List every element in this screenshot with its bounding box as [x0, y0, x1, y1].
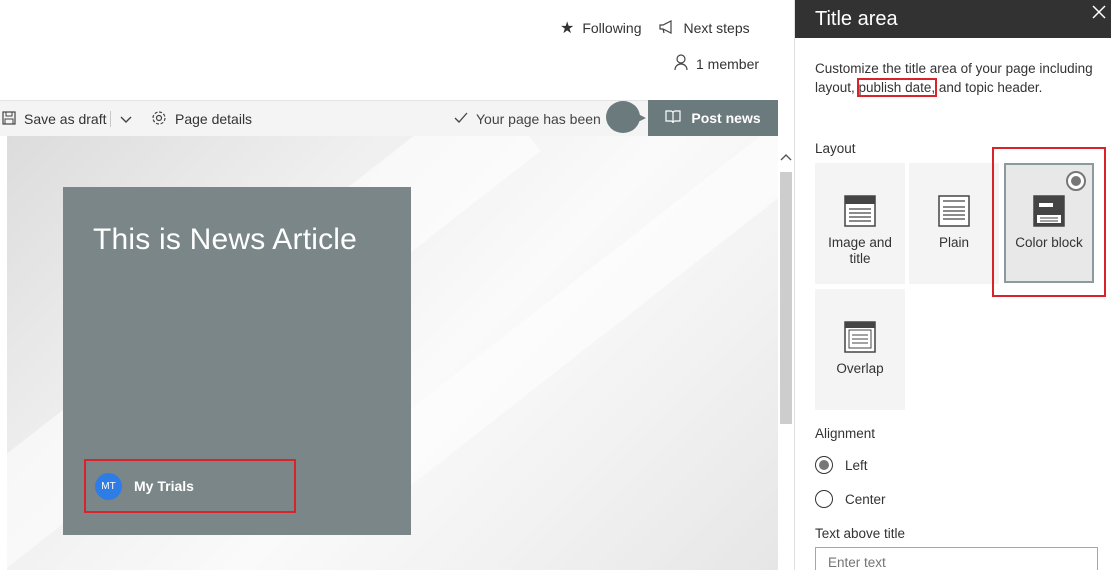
layout-option-label: Overlap — [836, 361, 884, 376]
scrollbar-thumb[interactable] — [780, 172, 792, 424]
save-status: Your page has been s — [454, 101, 604, 137]
top-actions: ★ Following Next steps — [560, 18, 750, 38]
save-status-text: Your page has been s — [476, 111, 604, 127]
radio-label: Left — [845, 457, 868, 473]
following-button[interactable]: ★ Following — [560, 18, 641, 38]
alignment-label: Alignment — [815, 426, 876, 441]
selected-layout-highlight — [992, 147, 1106, 297]
next-steps-label: Next steps — [683, 20, 750, 36]
layout-image-and-title-icon — [844, 195, 876, 227]
chevron-down-icon — [120, 111, 132, 127]
checkmark-icon — [454, 111, 468, 127]
member-label: 1 member — [696, 55, 760, 72]
close-icon[interactable] — [1091, 3, 1111, 23]
coachmark-bubble — [606, 101, 646, 133]
page: ★ Following Next steps 1 member Save as … — [0, 0, 1111, 570]
save-options-dropdown[interactable] — [120, 101, 132, 137]
avatar: MT — [95, 472, 122, 500]
text-above-title-input[interactable] — [815, 547, 1098, 570]
layout-option-label: Plain — [938, 235, 970, 250]
member-button[interactable]: 1 member — [674, 54, 759, 73]
text-above-title-label: Text above title — [815, 526, 906, 541]
layout-option-overlap[interactable]: Overlap — [815, 289, 905, 410]
post-news-button[interactable]: Post news — [648, 100, 778, 136]
save-icon — [2, 110, 16, 128]
divider — [110, 111, 111, 127]
post-news-label: Post news — [691, 110, 761, 126]
scroll-up-icon[interactable] — [780, 150, 792, 164]
alignment-option-center[interactable]: Center — [815, 490, 886, 508]
star-icon: ★ — [560, 20, 575, 37]
save-as-draft-button[interactable]: Save as draft — [2, 101, 107, 137]
radio-button[interactable] — [815, 490, 833, 508]
layout-option-image-and-title[interactable]: Image and title — [815, 163, 905, 284]
save-as-draft-label: Save as draft — [24, 111, 107, 127]
radio-label: Center — [845, 491, 886, 507]
panel-description: Customize the title area of your page in… — [815, 60, 1095, 97]
panel-title: Title area — [815, 7, 898, 30]
description-highlight: publish date, — [856, 77, 938, 97]
layout-option-label: Image and title — [828, 235, 892, 266]
layout-option-plain[interactable]: Plain — [909, 163, 999, 284]
title-area-panel: Title area Customize the title area of y… — [794, 0, 1111, 570]
description-text-end: and topic header. — [935, 79, 1043, 95]
alignment-option-left[interactable]: Left — [815, 456, 868, 474]
article-title[interactable]: This is News Article — [93, 223, 357, 257]
author-byline[interactable]: MT My Trials — [84, 459, 296, 513]
megaphone-icon — [659, 19, 675, 37]
person-icon — [674, 54, 688, 73]
page-details-button[interactable]: Page details — [151, 101, 252, 137]
next-steps-button[interactable]: Next steps — [659, 18, 750, 38]
layout-overlap-icon — [844, 321, 876, 353]
following-label: Following — [582, 20, 642, 36]
layout-plain-icon — [938, 195, 970, 227]
author-name: My Trials — [134, 478, 194, 494]
layout-label: Layout — [815, 141, 856, 156]
book-icon — [665, 109, 681, 127]
page-details-label: Page details — [175, 111, 253, 127]
panel-header: Title area — [795, 0, 1111, 38]
gear-icon — [151, 110, 167, 129]
radio-button[interactable] — [815, 456, 833, 474]
